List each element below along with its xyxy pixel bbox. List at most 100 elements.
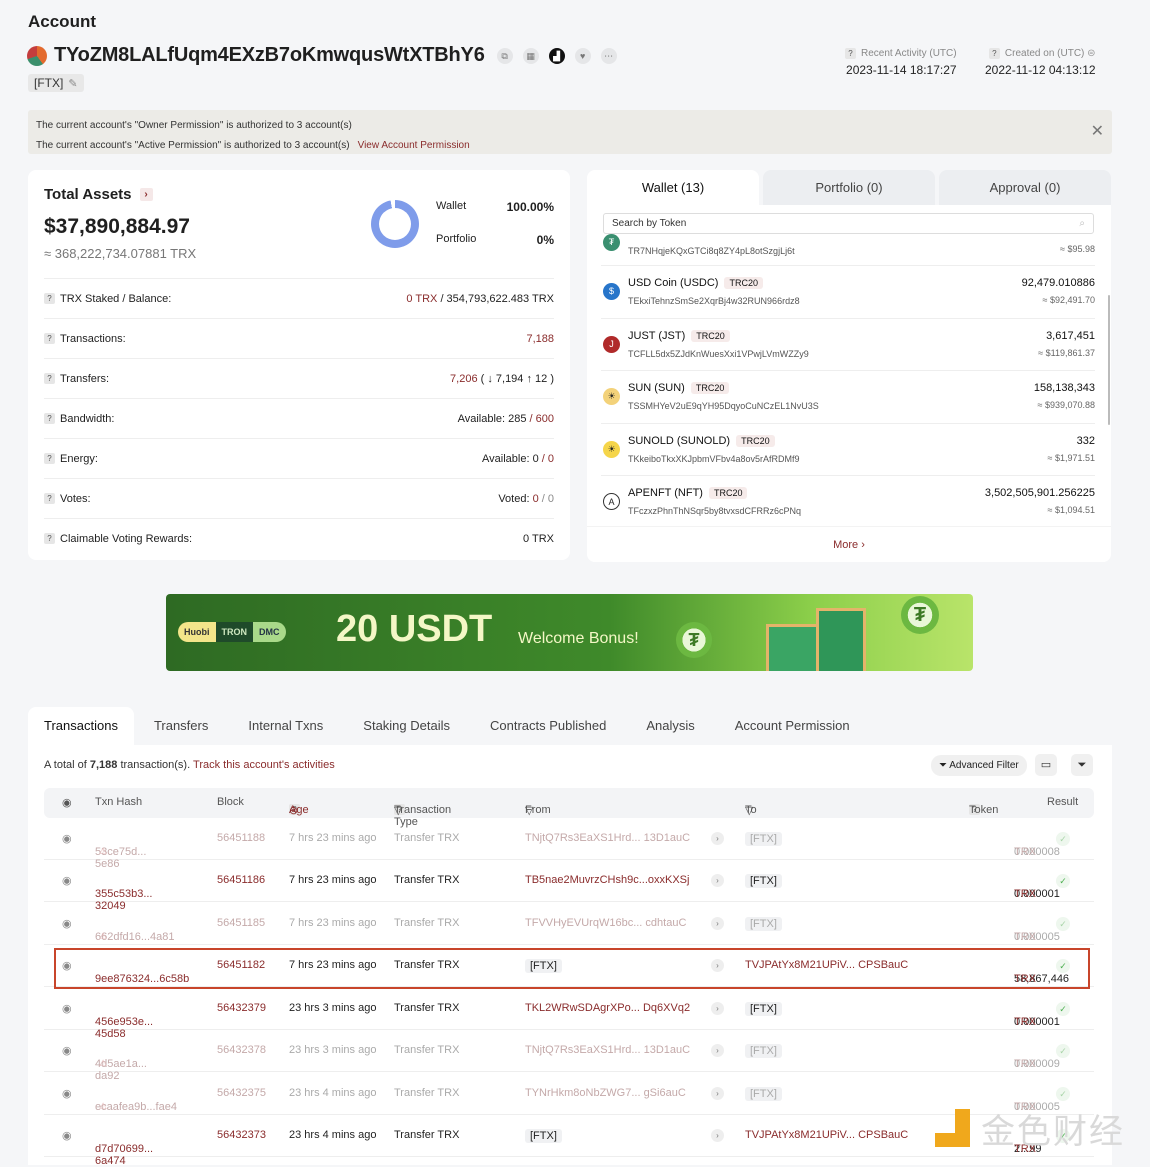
token-unit-link[interactable]: TRX [1014,1058,1036,1070]
token-list-scrollbar[interactable] [1108,295,1110,425]
tab-transfers[interactable]: Transfers [134,707,228,745]
help-icon[interactable]: ? [44,293,55,305]
from-address[interactable]: TFVVHyEVUrqW16bc... cdhtauC [525,917,686,929]
track-activities-link[interactable]: Track this account's activities [193,759,335,771]
to-address[interactable]: [FTX] [745,832,782,846]
token-search-input[interactable]: Search by Token ⌕ [603,213,1094,234]
token-row[interactable]: ☀ SUNOLD (SUNOLD) TRC20 TKkeiboTkxXKJpbmV… [601,424,1095,476]
token-unit-link[interactable]: TRX [1014,973,1036,985]
close-icon[interactable]: ✕ [1091,122,1104,142]
table-row[interactable]: ◉ 355c53b3... 32049 56451186 7 hrs 23 mins … [44,860,1094,912]
tab-wallet[interactable]: Wallet (13) [587,170,759,205]
block-link[interactable]: 56432375 [217,1087,266,1099]
from-address[interactable]: TKL2WRwSDAgrXPo... Dq6XVq2 [525,1002,690,1014]
filter-icon[interactable]: ▽ [745,804,753,817]
block-link[interactable]: 56432379 [217,1002,266,1014]
txn-hash-link[interactable]: d7d70699... 6a474 [95,1143,153,1167]
token-row[interactable]: $ USD Coin (USDC) TRC20 TEkxiTehnzSmSe2Xq… [601,266,1095,319]
help-icon[interactable]: ? [845,48,856,59]
block-link[interactable]: 56451185 [217,917,265,929]
token-row[interactable]: A APENFT (NFT) TRC20 TFczxzPhnThNSqr5by8t… [601,476,1095,529]
filter-icon[interactable]: ▽ [394,804,402,817]
block-link[interactable]: 56451186 [217,874,265,886]
block-link[interactable]: 56451182 [217,959,265,971]
from-address[interactable]: TNjtQ7Rs3EaXS1Hrd... 13D1auC [525,832,690,844]
token-address[interactable]: TEkxiTehnzSmSe2XqrBj4w32RUN966rdz8 [628,296,800,306]
help-icon[interactable]: ? [44,413,55,425]
token-address[interactable]: TSSMHYeV2uE9qYH95DqyoCuNCzEL1NvU3S [628,401,819,411]
advanced-filter-button[interactable]: ⏷ Advanced Filter [931,755,1027,776]
copy-icon[interactable]: ⧉ [496,47,513,64]
tab-approval[interactable]: Approval (0) [939,170,1111,205]
analytics-icon[interactable]: ▟ [548,47,565,64]
calendar-icon[interactable]: ▭ [1035,754,1057,776]
eye-icon[interactable]: ◉ [62,1129,72,1142]
eye-icon[interactable]: ◉ [62,1087,72,1100]
search-icon[interactable]: ⌕ [1079,214,1085,233]
to-address[interactable]: [FTX] [745,874,782,888]
token-unit-link[interactable]: TRX [1014,931,1036,943]
staked-value[interactable]: 0 TRX [406,293,437,305]
tab-transactions[interactable]: Transactions [28,707,134,745]
tab-analysis[interactable]: Analysis [626,707,714,745]
eye-icon[interactable]: ◉ [62,1044,72,1057]
from-address[interactable]: TNjtQ7Rs3EaXS1Hrd... 13D1auC [525,1044,690,1056]
transactions-value[interactable]: 7,188 [526,333,554,345]
token-row[interactable]: ₮ TR7NHqjeKQxGTCi8q8ZY4pL8otSzgjLj6t ≈ $… [601,229,1095,266]
eye-icon[interactable]: ◉ [62,959,72,972]
token-address[interactable]: TKkeiboTkxXKJpbmVFbv4a8ov5rAfRDMf9 [628,454,800,464]
table-row[interactable]: ◉ 9ee876324...6c58b 56451182 7 hrs 23 mins … [44,945,1094,987]
to-address[interactable]: [FTX] [745,1044,782,1058]
tab-contracts-published[interactable]: Contracts Published [470,707,626,745]
tab-internal-txns[interactable]: Internal Txns [228,707,343,745]
help-icon[interactable]: ? [44,333,55,345]
chevron-right-icon[interactable]: › [139,188,153,201]
qr-code-icon[interactable]: ▦ [522,47,539,64]
token-unit-link[interactable]: TRX [1014,846,1036,858]
column-filter-icon[interactable]: ⏷ [1071,754,1093,776]
help-icon[interactable]: ? [988,48,1000,59]
token-row[interactable]: ☀ SUN (SUN) TRC20 TSSMHYeV2uE9qYH95DqyoCu… [601,371,1095,424]
more-icon[interactable]: ⋯ [600,47,617,64]
promo-banner[interactable]: Huobi TRON DMC 20 USDT Welcome Bonus! ₮ … [166,594,973,671]
token-row[interactable]: J JUST (JST) TRC20 TCFLL5dx5ZJdKnWuesXxi1… [601,319,1095,371]
tab-account-permission[interactable]: Account Permission [715,707,870,745]
tab-portfolio[interactable]: Portfolio (0) [763,170,935,205]
from-address[interactable]: TYNrHkm8oNbZWG7... gSi6auC [525,1087,686,1099]
help-icon[interactable]: ? [44,453,55,465]
help-icon[interactable]: ? [44,533,55,545]
token-unit-link[interactable]: TRX [1014,1016,1036,1028]
switch-time-icon[interactable]: ⊜ [1087,48,1095,59]
tab-staking-details[interactable]: Staking Details [343,707,470,745]
help-icon[interactable]: ? [44,493,55,505]
eye-icon[interactable]: ◉ [62,1002,72,1015]
table-row[interactable]: ◉ 456e953e... 45d58 56432379 23 hrs 3 mins … [44,988,1094,1040]
token-unit-link[interactable]: TRX [1014,888,1036,900]
block-link[interactable]: 56432378 [217,1044,266,1056]
token-address[interactable]: TR7NHqjeKQxGTCi8q8ZY4pL8otSzgjLj6t [628,246,795,256]
txn-hash-link[interactable]: ecaafea9b...fae4 [95,1101,177,1113]
from-address[interactable]: [FTX] [525,1129,562,1143]
txn-hash-link[interactable]: 9ee876324...6c58b [95,973,189,985]
block-link[interactable]: 56451188 [217,832,265,844]
token-address[interactable]: TFczxzPhnThNSqr5by8tvxsdCFRRz6cPNq [628,506,801,516]
view-account-permission-link[interactable]: View Account Permission [358,140,470,151]
to-address[interactable]: TVJPAtYx8M21UPiV... CPSBauC [745,1129,908,1141]
to-address[interactable]: [FTX] [745,1087,782,1101]
to-address[interactable]: [FTX] [745,917,782,931]
toggle-time-icon[interactable]: ⊜ [289,804,298,817]
eye-icon[interactable]: ◉ [62,832,72,845]
help-icon[interactable]: ? [44,373,55,385]
transfers-value[interactable]: 7,206 [450,373,478,385]
eye-icon[interactable]: ◉ [62,917,72,930]
block-link[interactable]: 56432373 [217,1129,266,1141]
more-tokens-button[interactable]: More › [587,526,1111,562]
total-assets-title[interactable]: Total Assets › [44,186,153,203]
table-row[interactable]: ◉ 662dfd16...4a81 ⚠ 56451185 7 hrs 23 mins a… [44,903,1094,945]
from-address[interactable]: [FTX] [525,959,562,973]
table-row[interactable]: ◉ 53ce75d... 5e86 ⚠ 56451188 7 hrs 23 mins a… [44,818,1094,870]
filter-icon[interactable]: ▽ [525,804,533,817]
edit-icon[interactable]: ✎ [68,77,77,90]
favorite-icon[interactable]: ♥ [574,47,591,64]
eye-icon[interactable]: ◉ [62,874,72,887]
